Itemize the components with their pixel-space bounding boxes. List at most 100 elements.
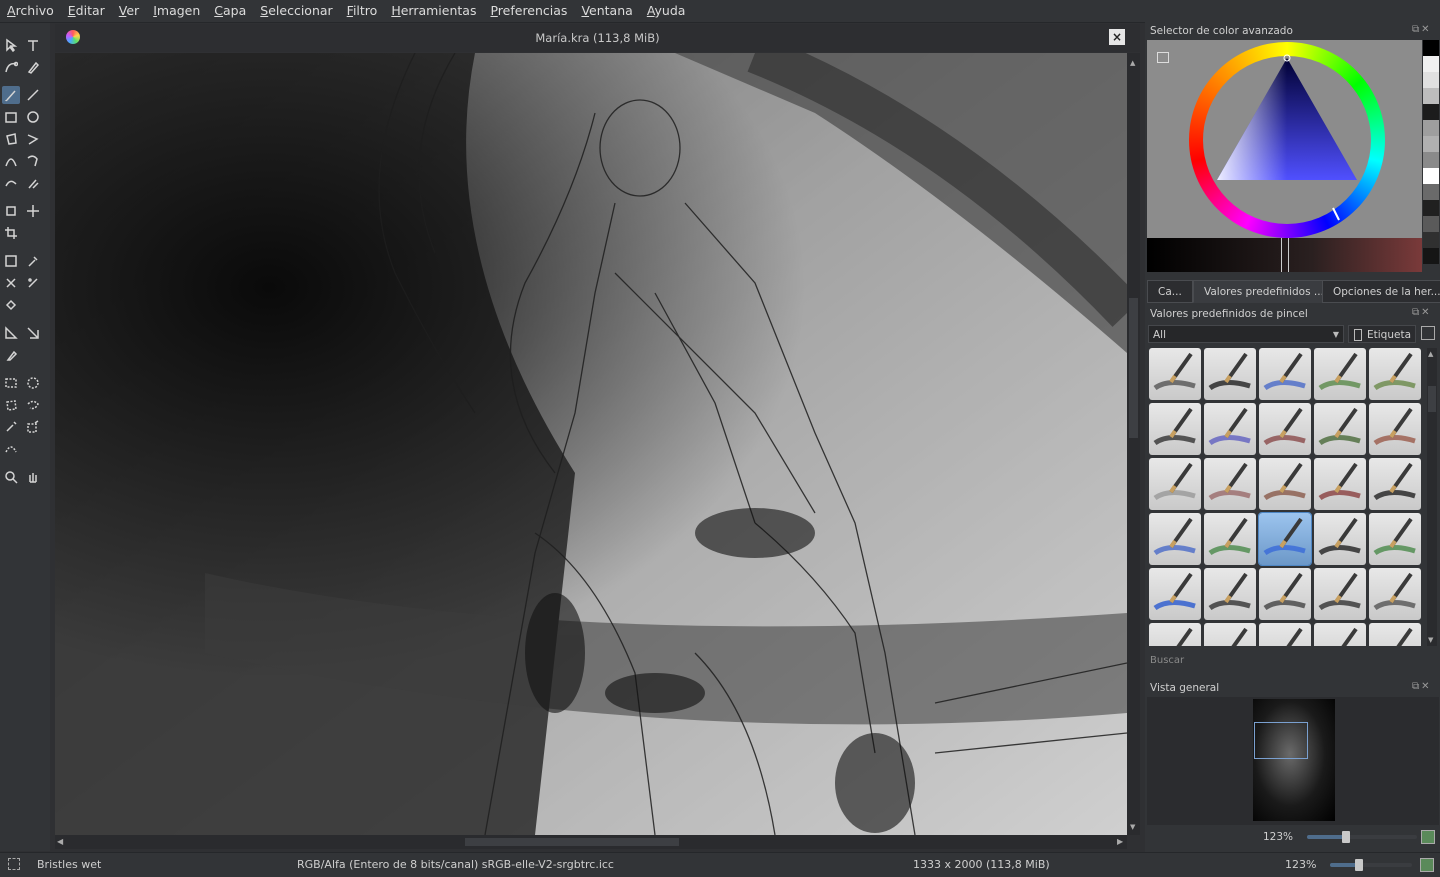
fill-icon[interactable] [2, 296, 20, 314]
brush-preset-item[interactable] [1149, 403, 1201, 455]
canvas-horizontal-scrollbar[interactable]: ◀ ▶ [55, 835, 1127, 849]
color-history-swatch[interactable] [1423, 168, 1439, 184]
brush-preset-item[interactable] [1369, 348, 1421, 400]
vertical-scroll-thumb[interactable] [1129, 298, 1138, 438]
scroll-down-arrow-icon[interactable]: ▼ [1428, 636, 1433, 644]
color-history-swatch[interactable] [1423, 40, 1439, 56]
ellipse-select-icon[interactable] [24, 374, 42, 392]
menu-ver[interactable]: Ver [112, 0, 146, 22]
brush-preset-item[interactable] [1369, 568, 1421, 620]
color-selector-panel-buttons-icon[interactable]: ⧉✕ [1412, 24, 1432, 35]
gradient-icon[interactable] [2, 252, 20, 270]
crop-icon[interactable] [2, 224, 20, 242]
status-zoom-slider[interactable] [1330, 859, 1412, 871]
color-history-swatch[interactable] [1423, 152, 1439, 168]
move-icon[interactable] [24, 202, 42, 220]
transform-icon[interactable] [2, 202, 20, 220]
tab-brush-presets[interactable]: Valores predefinidos ... [1193, 280, 1335, 303]
menu-filtro[interactable]: Filtro [340, 0, 385, 22]
selection-icon[interactable] [8, 858, 20, 870]
brush-preset-item[interactable] [1259, 623, 1311, 646]
scroll-up-arrow-icon[interactable]: ▲ [1428, 350, 1433, 358]
preset-scroll-thumb[interactable] [1428, 386, 1436, 412]
brush-preset-item[interactable] [1204, 513, 1256, 565]
brush-preset-item[interactable] [1369, 458, 1421, 510]
scroll-right-arrow-icon[interactable]: ▶ [1117, 837, 1123, 846]
edit-shapes-icon[interactable] [2, 58, 20, 76]
color-slider-handle[interactable] [1281, 238, 1289, 272]
color-history-swatch[interactable] [1423, 120, 1439, 136]
color-history-swatch[interactable] [1423, 216, 1439, 232]
color-history-swatch[interactable] [1423, 88, 1439, 104]
canvas-vertical-scrollbar[interactable]: ▲ ▼ [1127, 53, 1140, 835]
brush-icon[interactable] [2, 86, 20, 104]
brush-preset-item[interactable] [1204, 458, 1256, 510]
brush-preset-item[interactable] [1314, 458, 1366, 510]
brush-preset-item[interactable] [1369, 623, 1421, 646]
calligraphy-icon[interactable] [24, 58, 42, 76]
hue-wheel[interactable] [1187, 40, 1387, 240]
text-icon[interactable] [24, 36, 42, 54]
dynamic-brush-icon[interactable] [2, 174, 20, 192]
preset-grid-scrollbar[interactable]: ▲ ▼ [1427, 348, 1437, 646]
horizontal-scroll-thumb[interactable] [465, 838, 679, 846]
brush-preset-item[interactable] [1259, 348, 1311, 400]
menu-imagen[interactable]: Imagen [146, 0, 207, 22]
menu-herramientas[interactable]: Herramientas [384, 0, 483, 22]
status-zoom-reset-icon[interactable] [1420, 858, 1434, 872]
brush-preset-item[interactable] [1369, 403, 1421, 455]
polygon-icon[interactable] [2, 130, 20, 148]
tab-tool-options[interactable]: Opciones de la her... [1322, 280, 1440, 303]
line-icon[interactable] [24, 86, 42, 104]
color-history-swatch[interactable] [1423, 248, 1439, 264]
preset-filter-select[interactable]: All ▼ [1148, 325, 1344, 343]
brush-preset-item[interactable] [1149, 513, 1201, 565]
similar-select-icon[interactable] [24, 418, 42, 436]
brush-preset-item[interactable] [1259, 458, 1311, 510]
color-history-swatch[interactable] [1423, 232, 1439, 248]
preset-view-options-icon[interactable] [1421, 326, 1435, 340]
ellipse-icon[interactable] [24, 108, 42, 126]
brush-preset-item[interactable] [1149, 568, 1201, 620]
polygon-select-icon[interactable] [2, 396, 20, 414]
brush-preset-item[interactable] [1314, 403, 1366, 455]
scroll-down-arrow-icon[interactable]: ▼ [1130, 823, 1135, 831]
brush-presets-panel-buttons-icon[interactable]: ⧉✕ [1412, 307, 1432, 318]
brush-preset-item[interactable] [1204, 403, 1256, 455]
brush-preset-item[interactable] [1204, 568, 1256, 620]
color-history-swatch[interactable] [1423, 104, 1439, 120]
color-selector-settings-icon[interactable] [1157, 52, 1169, 63]
menu-archivo[interactable]: Archivo [0, 0, 61, 22]
rect-select-icon[interactable] [2, 374, 20, 392]
brush-preset-item[interactable] [1149, 458, 1201, 510]
preset-search-input[interactable]: Buscar [1150, 655, 1184, 666]
status-zoom-handle[interactable] [1354, 859, 1363, 871]
measure-icon[interactable] [24, 324, 42, 342]
advanced-color-selector[interactable] [1147, 40, 1422, 240]
scroll-left-arrow-icon[interactable]: ◀ [57, 837, 63, 846]
zoom-icon[interactable] [2, 468, 20, 486]
multibrush-icon[interactable] [24, 174, 42, 192]
tab-color-panel[interactable]: Ca... [1147, 280, 1193, 303]
freehand-select-icon[interactable] [24, 396, 42, 414]
menu-capa[interactable]: Capa [207, 0, 253, 22]
rectangle-icon[interactable] [2, 108, 20, 126]
color-history-strip[interactable] [1423, 40, 1439, 270]
overview-thumbnail[interactable] [1253, 699, 1335, 821]
scroll-up-arrow-icon[interactable]: ▲ [1130, 59, 1135, 67]
brush-preset-item[interactable] [1204, 623, 1256, 646]
brush-preset-item[interactable] [1314, 348, 1366, 400]
color-slider-bar[interactable] [1147, 238, 1422, 272]
freehand-path-icon[interactable] [24, 152, 42, 170]
pan-icon[interactable] [24, 468, 42, 486]
polyline-icon[interactable] [24, 130, 42, 148]
brush-preset-item[interactable] [1149, 623, 1201, 646]
assistant-icon[interactable] [2, 324, 20, 342]
brush-preset-item[interactable] [1314, 513, 1366, 565]
overview-zoom-reset-icon[interactable] [1421, 830, 1435, 844]
smart-patch-icon[interactable] [24, 274, 42, 292]
overview-zoom-slider[interactable] [1307, 831, 1417, 843]
overview-zoom-handle[interactable] [1341, 831, 1350, 843]
color-history-swatch[interactable] [1423, 184, 1439, 200]
menu-editar[interactable]: Editar [61, 0, 112, 22]
